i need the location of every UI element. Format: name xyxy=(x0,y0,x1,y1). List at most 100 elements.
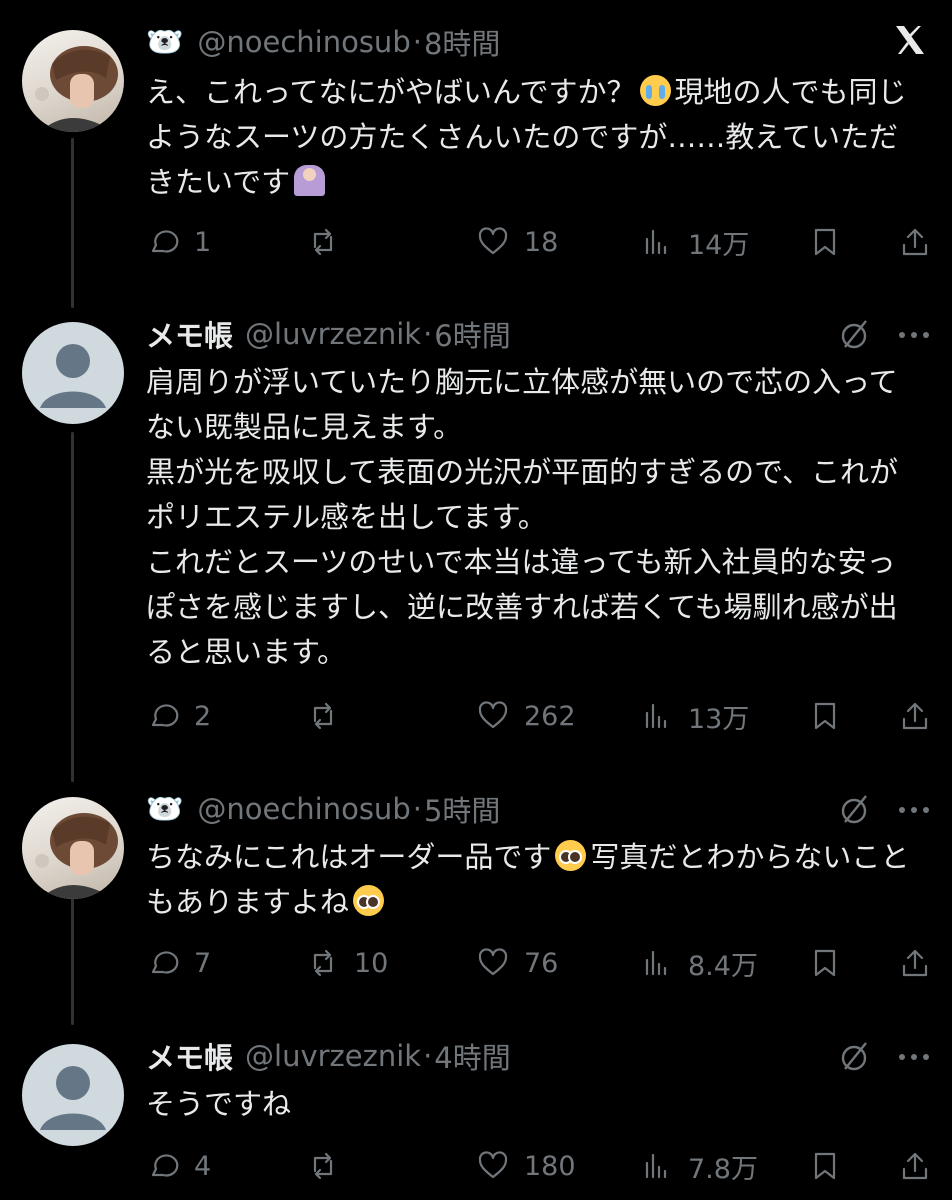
reply-button[interactable]: 2 xyxy=(146,694,211,738)
paragraph-1: そうですね xyxy=(146,1087,292,1121)
views-count: 14万 xyxy=(688,229,750,261)
avatar[interactable] xyxy=(22,797,124,899)
reply-count: 1 xyxy=(194,226,212,258)
thread-post-3[interactable]: 🐻‍❄️ @noechinosub · 5時間 ちなみにこれはオーダー品です 写真… xyxy=(0,785,952,1005)
separator-dot: · xyxy=(423,1039,433,1073)
reply-icon xyxy=(151,1154,179,1177)
views-button[interactable]: 8.4万 xyxy=(640,941,758,985)
like-button[interactable]: 180 xyxy=(476,1144,576,1188)
views-button[interactable]: 14万 xyxy=(640,220,749,264)
views-icon xyxy=(645,950,667,976)
paragraph-3: これだとスーツのせいで本当は違っても新入社員的な安っぽさを感じますし、逆に改善す… xyxy=(146,545,898,669)
pleading-face-emoji-icon xyxy=(555,840,587,871)
like-icon xyxy=(478,948,508,976)
profile-photo xyxy=(35,46,118,132)
more-icon[interactable] xyxy=(898,330,930,340)
reply-count: 7 xyxy=(194,947,212,979)
display-name-emoji[interactable]: 🐻‍❄️ xyxy=(146,792,183,827)
share-button[interactable] xyxy=(898,694,932,738)
person-bowing-emoji-icon xyxy=(294,165,326,196)
like-count: 262 xyxy=(524,700,576,732)
avatar[interactable] xyxy=(22,30,124,132)
action-bar: 2 262 13万 xyxy=(146,694,934,738)
views-button[interactable]: 7.8万 xyxy=(640,1144,758,1188)
views-count: 8.4万 xyxy=(688,950,758,982)
reply-count: 4 xyxy=(194,1150,212,1182)
thread-post-4[interactable]: メモ帳 @luvrzeznik · 4時間 そうですね 4 180 7.8万 xyxy=(0,1032,952,1200)
grok-icon[interactable] xyxy=(838,318,872,352)
action-bar: 7 10 76 8.4万 xyxy=(146,941,934,985)
handle[interactable]: @luvrzeznik xyxy=(245,317,421,351)
repost-button[interactable] xyxy=(306,220,354,264)
reply-icon xyxy=(151,704,179,727)
reply-button[interactable]: 7 xyxy=(146,941,211,985)
timestamp[interactable]: 4時間 xyxy=(434,1035,510,1077)
share-icon xyxy=(902,1152,928,1180)
display-name[interactable]: メモ帳 xyxy=(146,1035,233,1077)
share-icon xyxy=(902,949,928,977)
like-count: 18 xyxy=(524,226,559,258)
post-text: 肩周りが浮いていたり胸元に立体感が無いので芯の入ってない既製品に見えます。 黒が… xyxy=(146,360,916,675)
repost-icon xyxy=(313,228,333,256)
grok-icon[interactable] xyxy=(838,1040,872,1074)
post-text-part-1: ちなみにこれはオーダー品です xyxy=(146,840,552,874)
share-button[interactable] xyxy=(898,941,932,985)
separator-dot: · xyxy=(423,317,433,351)
share-button[interactable] xyxy=(898,220,932,264)
views-button[interactable]: 13万 xyxy=(640,694,749,738)
pleading-face-emoji-icon xyxy=(353,885,385,916)
repost-icon xyxy=(313,1152,333,1180)
views-icon xyxy=(645,1153,667,1179)
handle[interactable]: @noechinosub xyxy=(197,25,410,59)
reply-count: 2 xyxy=(194,700,212,732)
repost-count: 10 xyxy=(354,947,389,979)
x-logo-icon[interactable] xyxy=(890,20,930,60)
more-icon[interactable] xyxy=(898,1052,930,1062)
post-text: ちなみにこれはオーダー品です 写真だとわからないこともありますよね xyxy=(146,835,916,925)
separator-dot: · xyxy=(412,25,422,59)
repost-button[interactable]: 10 xyxy=(306,941,388,985)
timestamp[interactable]: 5時間 xyxy=(424,788,500,830)
post-text: え、これってなにがやばいんですか？ 現地の人でも同じようなスーツの方たくさんいたの… xyxy=(146,70,916,205)
grok-icon[interactable] xyxy=(838,793,872,827)
default-avatar[interactable] xyxy=(22,322,124,424)
action-bar: 1 18 14万 xyxy=(146,220,934,264)
bookmark-button[interactable] xyxy=(808,941,842,985)
timestamp[interactable]: 6時間 xyxy=(434,313,510,355)
like-icon xyxy=(478,701,508,729)
reply-button[interactable]: 4 xyxy=(146,1144,211,1188)
share-button[interactable] xyxy=(898,1144,932,1188)
bookmark-icon xyxy=(814,228,836,256)
bookmark-button[interactable] xyxy=(808,694,842,738)
display-name[interactable]: メモ帳 xyxy=(146,313,233,355)
like-count: 76 xyxy=(524,947,559,979)
thread-post-1[interactable]: 🐻‍❄️ @noechinosub · 8時間 え、これってなにがやばいんですか… xyxy=(0,0,952,300)
like-icon xyxy=(478,1151,508,1179)
bookmark-icon xyxy=(814,702,836,730)
handle[interactable]: @noechinosub xyxy=(197,792,410,826)
repost-button[interactable] xyxy=(306,1144,354,1188)
paragraph-1: 肩周りが浮いていたり胸元に立体感が無いので芯の入ってない既製品に見えます。 xyxy=(146,365,898,444)
views-icon xyxy=(645,229,667,255)
like-button[interactable]: 18 xyxy=(476,220,558,264)
timestamp[interactable]: 8時間 xyxy=(424,21,500,63)
bookmark-button[interactable] xyxy=(808,1144,842,1188)
like-count: 180 xyxy=(524,1150,576,1182)
paragraph-2: 黒が光を吸収して表面の光沢が平面的すぎるので、これがポリエステル感を出してます。 xyxy=(146,455,898,534)
action-bar: 4 180 7.8万 xyxy=(146,1144,934,1188)
more-icon[interactable] xyxy=(898,805,930,815)
thread-post-2[interactable]: メモ帳 @luvrzeznik · 6時間 肩周りが浮いていたり胸元に立体感が無… xyxy=(0,310,952,770)
default-avatar[interactable] xyxy=(22,1044,124,1146)
like-button[interactable]: 76 xyxy=(476,941,558,985)
like-button[interactable]: 262 xyxy=(476,694,576,738)
handle[interactable]: @luvrzeznik xyxy=(245,1039,421,1073)
display-name-emoji[interactable]: 🐻‍❄️ xyxy=(146,25,183,60)
bookmark-button[interactable] xyxy=(808,220,842,264)
repost-button[interactable] xyxy=(306,694,354,738)
profile-photo xyxy=(35,813,118,899)
reply-button[interactable]: 1 xyxy=(146,220,211,264)
default-profile-icon xyxy=(40,344,106,408)
default-profile-icon xyxy=(40,1066,106,1130)
share-icon xyxy=(902,228,928,256)
views-count: 13万 xyxy=(688,703,750,735)
